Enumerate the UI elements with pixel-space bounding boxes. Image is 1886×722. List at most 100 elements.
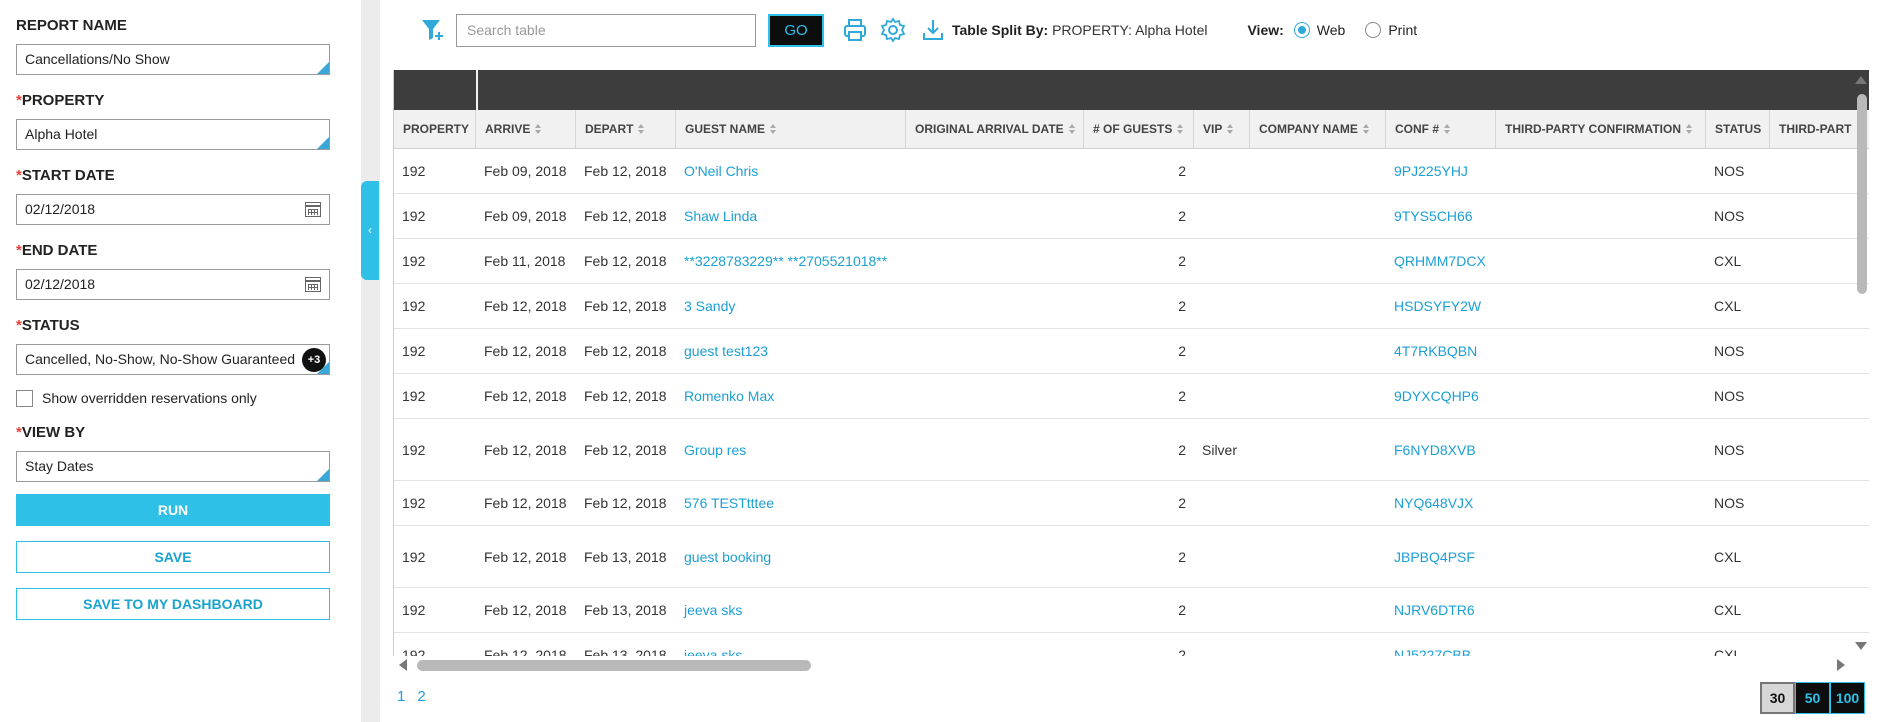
guest-name-link[interactable]: jeeva sks (684, 602, 743, 618)
guest-name-link[interactable]: guest booking (684, 548, 772, 565)
confirmation-link[interactable]: 4T7RKBQBN (1394, 343, 1478, 359)
guest-name-link[interactable]: jeeva sks (684, 647, 743, 656)
cell-value: Feb 11, 2018 (484, 253, 566, 269)
end-date-input[interactable]: 02/12/2018 (16, 269, 330, 300)
run-button[interactable]: RUN (16, 494, 330, 526)
page-link[interactable]: 2 (417, 688, 425, 705)
property-select[interactable]: Alpha Hotel (16, 119, 330, 150)
view-print-radio[interactable] (1365, 22, 1382, 38)
column-header[interactable]: THIRD-PARTY CONFIRMATION (1496, 110, 1706, 148)
column-header[interactable]: VIP (1194, 110, 1250, 148)
cell-value: Feb 13, 2018 (584, 647, 667, 656)
save-button[interactable]: SAVE (16, 541, 330, 573)
table-cell: F6NYD8XVB (1386, 441, 1496, 458)
confirmation-link[interactable]: 9PJ225YHJ (1394, 163, 1468, 179)
scroll-down-icon[interactable] (1855, 642, 1867, 650)
calendar-icon[interactable] (305, 277, 321, 292)
guest-name-link[interactable]: 3 Sandy (684, 298, 736, 314)
sort-icon[interactable] (1177, 124, 1184, 134)
cell-value: Feb 13, 2018 (584, 602, 667, 618)
filter-add-icon[interactable] (418, 15, 448, 45)
column-header[interactable]: ORIGINAL ARRIVAL DATE (906, 110, 1084, 148)
table-cell: Feb 12, 2018 (476, 343, 576, 359)
vertical-scrollbar[interactable] (1851, 70, 1869, 650)
table-cell: Feb 12, 2018 (476, 442, 576, 458)
guest-name-link[interactable]: Group res (684, 441, 747, 458)
column-header[interactable]: ARRIVE (476, 110, 576, 148)
confirmation-link[interactable]: NJ5227CBB (1394, 647, 1472, 656)
column-header[interactable]: DEPART (576, 110, 676, 148)
start-date-input[interactable]: 02/12/2018 (16, 194, 330, 225)
table-cell: guest booking (676, 548, 906, 565)
cell-value: NOS (1714, 343, 1745, 359)
sort-icon[interactable] (1362, 124, 1370, 134)
sort-icon[interactable] (1227, 124, 1234, 134)
confirmation-link[interactable]: 9TYS5CH66 (1394, 208, 1473, 224)
status-multiselect[interactable]: Cancelled, No-Show, No-Show Guaranteed +… (16, 344, 330, 375)
column-header-label: DEPART (585, 121, 634, 136)
report-name-select[interactable]: Cancellations/No Show (16, 44, 330, 75)
column-header[interactable]: GUEST NAME (676, 110, 906, 148)
cell-value: CXL (1714, 548, 1742, 565)
override-checkbox[interactable] (16, 389, 33, 407)
page-size-option[interactable]: 50 (1795, 682, 1830, 714)
scroll-up-icon[interactable] (1855, 76, 1867, 84)
column-header[interactable]: CONF # (1386, 110, 1496, 148)
sort-icon[interactable] (638, 124, 645, 134)
confirmation-link[interactable]: 9DYXCQHP6 (1394, 388, 1479, 404)
calendar-icon[interactable] (305, 202, 321, 217)
confirmation-link[interactable]: HSDSYFY2W (1394, 298, 1482, 314)
scroll-right-icon[interactable] (1837, 659, 1845, 671)
override-checkbox-row[interactable]: Show overridden reservations only (16, 389, 345, 407)
confirmation-link[interactable]: JBPBQ4PSF (1394, 548, 1475, 565)
collapse-panel-button[interactable]: ‹ (361, 181, 379, 280)
page-size-option[interactable]: 30 (1760, 682, 1795, 714)
page-size-option[interactable]: 100 (1830, 682, 1865, 714)
confirmation-link[interactable]: F6NYD8XVB (1394, 441, 1476, 458)
view-web-radio[interactable] (1293, 22, 1310, 38)
table-cell: 2 (1084, 388, 1194, 404)
table-row: 192 Feb 09, 2018 Feb 12, 2018 Shaw Linda 2 9T… (394, 194, 1869, 239)
property-label: *PROPERTY (16, 92, 105, 109)
table-toolbar: Search table GO Table Split By: PROPERTY… (380, 10, 1886, 50)
view-by-value: Stay Dates (25, 458, 94, 474)
download-icon[interactable] (918, 15, 948, 45)
table-cell: Feb 12, 2018 (576, 343, 676, 359)
horizontal-scrollbar[interactable] (393, 656, 1851, 674)
cell-value: NOS (1714, 163, 1745, 179)
confirmation-link[interactable]: NJRV6DTR6 (1394, 602, 1475, 618)
cell-value: Feb 12, 2018 (484, 495, 567, 511)
sort-icon[interactable] (535, 124, 542, 134)
confirmation-link[interactable]: NYQ648VJX (1394, 495, 1474, 511)
gear-icon[interactable] (878, 15, 908, 45)
print-icon[interactable] (840, 15, 870, 45)
table-cell: Feb 12, 2018 (476, 388, 576, 404)
go-button[interactable]: GO (768, 13, 824, 47)
column-header-label: ARRIVE (485, 121, 531, 136)
horizontal-scroll-thumb[interactable] (417, 660, 811, 671)
vertical-scroll-thumb[interactable] (1857, 94, 1867, 294)
guest-name-link[interactable]: 576 TESTtttee (684, 495, 775, 511)
sort-icon[interactable] (1068, 124, 1076, 134)
guest-name-link[interactable]: Romenko Max (684, 388, 775, 404)
table-row: 192 Feb 12, 2018 Feb 13, 2018 guest booking… (394, 526, 1869, 588)
table-cell: guest test123 (676, 343, 906, 359)
guest-name-link[interactable]: **3228783229** **2705521018** (684, 253, 888, 269)
scroll-left-icon[interactable] (399, 659, 407, 671)
column-header[interactable]: # OF GUESTS (1084, 110, 1194, 148)
sort-icon[interactable] (1444, 124, 1451, 134)
sort-icon[interactable] (1686, 124, 1693, 134)
confirmation-link[interactable]: QRHMM7DCX (1394, 253, 1486, 269)
table-cell: 2 (1084, 343, 1194, 359)
column-header[interactable]: COMPANY NAME (1250, 110, 1386, 148)
save-to-dashboard-button[interactable]: SAVE TO MY DASHBOARD (16, 588, 330, 620)
sort-icon[interactable] (770, 124, 777, 134)
guest-name-link[interactable]: Shaw Linda (684, 208, 758, 224)
guest-name-link[interactable]: guest test123 (684, 343, 769, 359)
view-print-label: Print (1388, 22, 1418, 38)
column-header-label: # OF GUESTS (1093, 121, 1173, 136)
search-input[interactable]: Search table (456, 13, 756, 47)
page-link[interactable]: 1 (397, 688, 405, 705)
view-by-select[interactable]: Stay Dates (16, 451, 330, 482)
guest-name-link[interactable]: O'Neil Chris (684, 163, 759, 179)
